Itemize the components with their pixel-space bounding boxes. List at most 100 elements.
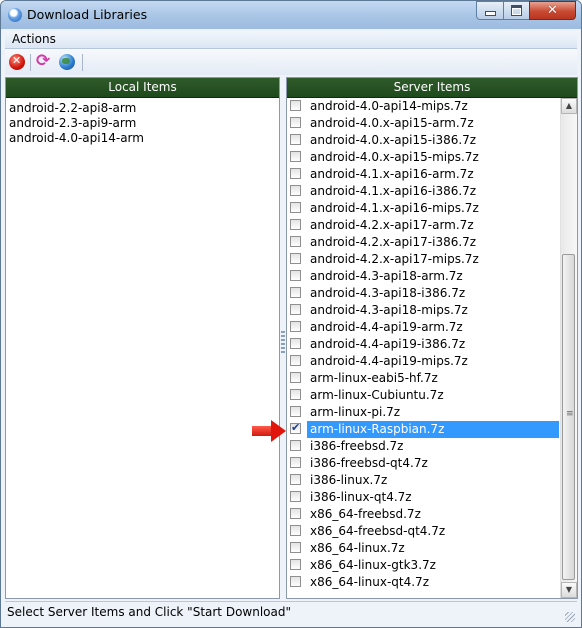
- server-item-row[interactable]: arm-linux-eabi5-hf.7z: [287, 370, 560, 387]
- minimize-button[interactable]: [476, 1, 504, 20]
- server-item-checkbox[interactable]: [290, 321, 301, 332]
- globe-icon[interactable]: [59, 54, 75, 70]
- scroll-up-arrow-icon[interactable]: ▲: [561, 98, 577, 114]
- server-items-list[interactable]: android-4.0-api14-mips.7z android-4.0.x-a…: [287, 98, 560, 598]
- server-item-row[interactable]: arm-linux-pi.7z: [287, 404, 560, 421]
- stop-icon[interactable]: [9, 54, 25, 70]
- local-item[interactable]: android-2.2-api8-arm: [9, 101, 279, 116]
- server-item-row[interactable]: android-4.1.x-api16-mips.7z: [287, 200, 560, 217]
- server-item-row[interactable]: x86_64-linux-gtk3.7z: [287, 557, 560, 574]
- server-items-panel: Server Items android-4.0-api14-mips.7z an…: [286, 77, 578, 599]
- server-item-row[interactable]: android-4.3-api18-mips.7z: [287, 302, 560, 319]
- server-item-label: x86_64-freebsd-qt4.7z: [310, 524, 446, 538]
- status-text: Select Server Items and Click "Start Dow…: [7, 605, 291, 619]
- menu-bar: Actions: [5, 31, 577, 49]
- local-item[interactable]: android-2.3-api9-arm: [9, 116, 279, 131]
- server-item-label: arm-linux-eabi5-hf.7z: [310, 371, 438, 385]
- maximize-button[interactable]: [503, 1, 530, 20]
- server-item-row[interactable]: android-4.1.x-api16-i386.7z: [287, 183, 560, 200]
- server-item-label: android-4.4-api19-mips.7z: [310, 354, 468, 368]
- server-item-checkbox[interactable]: [290, 304, 301, 315]
- server-item-row[interactable]: android-4.0.x-api15-mips.7z: [287, 149, 560, 166]
- server-item-checkbox[interactable]: [290, 421, 301, 434]
- server-item-row[interactable]: android-4.4-api19-arm.7z: [287, 319, 560, 336]
- server-item-checkbox[interactable]: [290, 202, 301, 213]
- server-item-row[interactable]: android-4.2.x-api17-i386.7z: [287, 234, 560, 251]
- server-item-row[interactable]: android-4.2.x-api17-mips.7z: [287, 251, 560, 268]
- server-item-row[interactable]: i386-freebsd.7z: [287, 438, 560, 455]
- server-item-checkbox[interactable]: [290, 100, 301, 111]
- server-item-checkbox[interactable]: [290, 355, 301, 366]
- scroll-down-arrow-icon[interactable]: ▼: [561, 582, 577, 598]
- server-item-label: i386-linux-qt4.7z: [310, 490, 412, 504]
- resize-grip-icon[interactable]: [565, 612, 575, 622]
- scrollbar-thumb[interactable]: ≡: [562, 254, 575, 580]
- maximize-icon: [511, 5, 522, 16]
- server-item-checkbox[interactable]: [290, 576, 301, 587]
- close-button[interactable]: ✕: [529, 1, 576, 20]
- server-item-checkbox[interactable]: [290, 270, 301, 281]
- server-item-checkbox[interactable]: [290, 236, 301, 247]
- server-item-label: android-4.3-api18-arm.7z: [310, 269, 463, 283]
- splitter-handle[interactable]: [281, 331, 285, 353]
- server-item-checkbox[interactable]: [290, 457, 301, 468]
- local-items-list[interactable]: android-2.2-api8-arm android-2.3-api9-ar…: [6, 98, 279, 146]
- server-item-row[interactable]: android-4.0.x-api15-i386.7z: [287, 132, 560, 149]
- server-item-label: arm-linux-Cubiuntu.7z: [310, 388, 444, 402]
- server-item-checkbox[interactable]: [290, 525, 301, 536]
- server-item-row[interactable]: android-4.2.x-api17-arm.7z: [287, 217, 560, 234]
- server-item-row[interactable]: i386-freebsd-qt4.7z: [287, 455, 560, 472]
- server-item-checkbox[interactable]: [290, 151, 301, 162]
- server-item-checkbox[interactable]: [290, 372, 301, 383]
- toolbar-separator: [30, 54, 31, 71]
- arrow-shaft: [252, 426, 272, 436]
- server-item-row[interactable]: android-4.0-api14-mips.7z: [287, 98, 560, 115]
- server-item-row[interactable]: x86_64-linux-qt4.7z: [287, 574, 560, 591]
- server-item-checkbox[interactable]: [290, 168, 301, 179]
- grip-icon: ≡: [566, 409, 574, 419]
- server-items-header: Server Items: [287, 78, 577, 98]
- server-item-row[interactable]: android-4.4-api19-i386.7z: [287, 336, 560, 353]
- server-item-row[interactable]: i386-linux.7z: [287, 472, 560, 489]
- server-item-row[interactable]: x86_64-linux.7z: [287, 540, 560, 557]
- menu-actions[interactable]: Actions: [12, 32, 56, 46]
- server-item-checkbox[interactable]: [290, 389, 301, 400]
- server-item-label: x86_64-linux-gtk3.7z: [310, 558, 436, 572]
- server-item-checkbox[interactable]: [290, 253, 301, 264]
- server-item-label: android-4.0-api14-mips.7z: [310, 99, 468, 113]
- server-item-row[interactable]: android-4.4-api19-mips.7z: [287, 353, 560, 370]
- server-item-checkbox[interactable]: [290, 134, 301, 145]
- server-item-checkbox[interactable]: [290, 474, 301, 485]
- vertical-scrollbar[interactable]: ▲ ≡ ▼: [560, 98, 577, 598]
- server-item-checkbox[interactable]: [290, 491, 301, 502]
- app-icon: [8, 8, 22, 22]
- server-item-row[interactable]: x86_64-freebsd.7z: [287, 506, 560, 523]
- server-item-checkbox[interactable]: [290, 338, 301, 349]
- server-item-row[interactable]: android-4.3-api18-arm.7z: [287, 268, 560, 285]
- server-item-row[interactable]: x86_64-freebsd-qt4.7z: [287, 523, 560, 540]
- server-item-checkbox[interactable]: [290, 542, 301, 553]
- server-item-checkbox[interactable]: [290, 559, 301, 570]
- server-item-checkbox[interactable]: [290, 508, 301, 519]
- server-item-checkbox[interactable]: [290, 185, 301, 196]
- server-item-row[interactable]: arm-linux-Raspbian.7z: [287, 421, 560, 438]
- server-item-checkbox[interactable]: [290, 440, 301, 451]
- red-arrow-icon: [252, 420, 286, 442]
- title-bar[interactable]: Download Libraries ✕: [1, 1, 581, 29]
- refresh-icon[interactable]: [36, 51, 52, 71]
- server-item-label: android-4.3-api18-mips.7z: [310, 303, 468, 317]
- server-item-checkbox[interactable]: [290, 287, 301, 298]
- server-item-checkbox[interactable]: [290, 406, 301, 417]
- server-item-row[interactable]: android-4.1.x-api16-arm.7z: [287, 166, 560, 183]
- server-item-row[interactable]: android-4.3-api18-i386.7z: [287, 285, 560, 302]
- server-item-checkbox[interactable]: [290, 219, 301, 230]
- server-item-row[interactable]: android-4.0.x-api15-arm.7z: [287, 115, 560, 132]
- server-item-row[interactable]: i386-linux-qt4.7z: [287, 489, 560, 506]
- server-item-label: android-4.1.x-api16-i386.7z: [310, 184, 477, 198]
- server-item-row[interactable]: arm-linux-Cubiuntu.7z: [287, 387, 560, 404]
- local-item[interactable]: android-4.0-api14-arm: [9, 131, 279, 146]
- toolbar-separator: [82, 54, 83, 71]
- server-item-checkbox[interactable]: [290, 117, 301, 128]
- server-item-label: arm-linux-pi.7z: [310, 405, 401, 419]
- server-item-label: android-4.3-api18-i386.7z: [310, 286, 466, 300]
